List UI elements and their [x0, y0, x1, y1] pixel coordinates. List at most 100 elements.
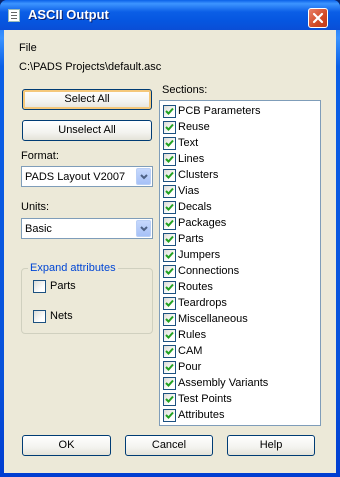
format-label: Format: [21, 150, 59, 162]
section-item[interactable]: Lines [163, 152, 313, 168]
section-item[interactable]: Text [163, 136, 313, 152]
format-select[interactable]: PADS Layout V2007 [21, 166, 153, 187]
section-item[interactable]: Connections [163, 264, 313, 280]
checkmark-icon [165, 251, 174, 259]
section-checkbox[interactable] [163, 153, 176, 166]
section-item[interactable]: Assembly Variants [163, 376, 313, 392]
checkmark-icon [165, 315, 174, 323]
section-label: Decals [178, 201, 212, 213]
section-item[interactable]: PCB Parameters [163, 104, 313, 120]
parts-checkbox[interactable] [33, 280, 46, 293]
section-label: Miscellaneous [178, 313, 248, 325]
document-icon [8, 9, 20, 22]
chevron-down-icon [140, 174, 148, 180]
section-checkbox[interactable] [163, 313, 176, 326]
sections-label: Sections: [162, 84, 208, 96]
checkmark-icon [165, 331, 174, 339]
section-label: Vias [178, 185, 200, 197]
section-item[interactable]: Jumpers [163, 248, 313, 264]
section-checkbox[interactable] [163, 137, 176, 150]
dialog-client: File C:\PADS Projects\default.asc Select… [4, 30, 336, 473]
section-label: PCB Parameters [178, 105, 261, 117]
window-title: ASCII Output [28, 7, 109, 22]
checkmark-icon [165, 123, 174, 131]
section-checkbox[interactable] [163, 121, 176, 134]
dialog-window: ASCII Output File C:\PADS Projects\defau… [0, 0, 340, 477]
checkmark-icon [165, 267, 174, 275]
section-checkbox[interactable] [163, 169, 176, 182]
file-label: File [19, 42, 37, 54]
cancel-button[interactable]: Cancel [125, 435, 213, 456]
unselect-all-button[interactable]: Unselect All [22, 120, 152, 141]
section-item[interactable]: Rules [163, 328, 313, 344]
section-label: Teardrops [178, 297, 227, 309]
nets-checkbox[interactable] [33, 310, 46, 323]
section-checkbox[interactable] [163, 233, 176, 246]
section-checkbox[interactable] [163, 393, 176, 406]
dropdown-arrow[interactable] [136, 220, 151, 237]
section-item[interactable]: Test Points [163, 392, 313, 408]
section-checkbox[interactable] [163, 265, 176, 278]
section-label: Packages [178, 217, 227, 229]
section-label: Connections [178, 265, 240, 277]
section-label: CAM [178, 345, 203, 357]
section-label: Jumpers [178, 249, 221, 261]
close-button[interactable] [308, 8, 328, 28]
section-checkbox[interactable] [163, 377, 176, 390]
section-checkbox[interactable] [163, 249, 176, 262]
section-item[interactable]: Attributes [163, 408, 313, 424]
section-checkbox[interactable] [163, 185, 176, 198]
section-item[interactable]: CAM [163, 344, 313, 360]
checkmark-icon [165, 107, 174, 115]
section-item[interactable]: Miscellaneous [163, 312, 313, 328]
checkmark-icon [165, 379, 174, 387]
format-value: PADS Layout V2007 [25, 171, 126, 183]
section-item[interactable]: Packages [163, 216, 313, 232]
section-checkbox[interactable] [163, 297, 176, 310]
section-item[interactable]: Clusters [163, 168, 313, 184]
section-item[interactable]: Parts [163, 232, 313, 248]
checkmark-icon [165, 187, 174, 195]
section-checkbox[interactable] [163, 361, 176, 374]
file-path: C:\PADS Projects\default.asc [19, 61, 162, 73]
expand-attributes-group [21, 268, 153, 334]
checkmark-icon [165, 171, 174, 179]
section-checkbox[interactable] [163, 409, 176, 422]
section-item[interactable]: Routes [163, 280, 313, 296]
section-label: Routes [178, 281, 213, 293]
section-item[interactable]: Teardrops [163, 296, 313, 312]
section-checkbox[interactable] [163, 281, 176, 294]
section-checkbox[interactable] [163, 345, 176, 358]
section-checkbox[interactable] [163, 105, 176, 118]
checkmark-icon [165, 411, 174, 419]
title-bar[interactable]: ASCII Output [0, 0, 340, 30]
checkmark-icon [165, 139, 174, 147]
section-item[interactable]: Reuse [163, 120, 313, 136]
dropdown-arrow[interactable] [136, 168, 151, 185]
section-label: Assembly Variants [178, 377, 269, 389]
section-item[interactable]: Decals [163, 200, 313, 216]
help-button[interactable]: Help [227, 435, 315, 456]
checkmark-icon [165, 283, 174, 291]
section-item[interactable]: Vias [163, 184, 313, 200]
section-item[interactable]: Pour [163, 360, 313, 376]
checkmark-icon [165, 235, 174, 243]
checkmark-icon [165, 363, 174, 371]
section-checkbox[interactable] [163, 201, 176, 214]
units-select[interactable]: Basic [21, 218, 153, 239]
section-label: Parts [178, 233, 204, 245]
section-checkbox[interactable] [163, 329, 176, 342]
section-label: Attributes [178, 409, 225, 421]
section-checkbox[interactable] [163, 217, 176, 230]
section-label: Reuse [178, 121, 210, 133]
checkmark-icon [165, 299, 174, 307]
sections-list[interactable]: PCB Parameters Reuse Text Lines Clusters Vias… [159, 100, 321, 426]
select-all-button[interactable]: Select All [22, 89, 152, 110]
ok-button[interactable]: OK [22, 435, 111, 456]
section-label: Rules [178, 329, 207, 341]
checkmark-icon [165, 203, 174, 211]
checkmark-icon [165, 155, 174, 163]
section-label: Text [178, 137, 199, 149]
expand-attributes-title: Expand attributes [28, 262, 118, 274]
section-label: Pour [178, 361, 202, 373]
